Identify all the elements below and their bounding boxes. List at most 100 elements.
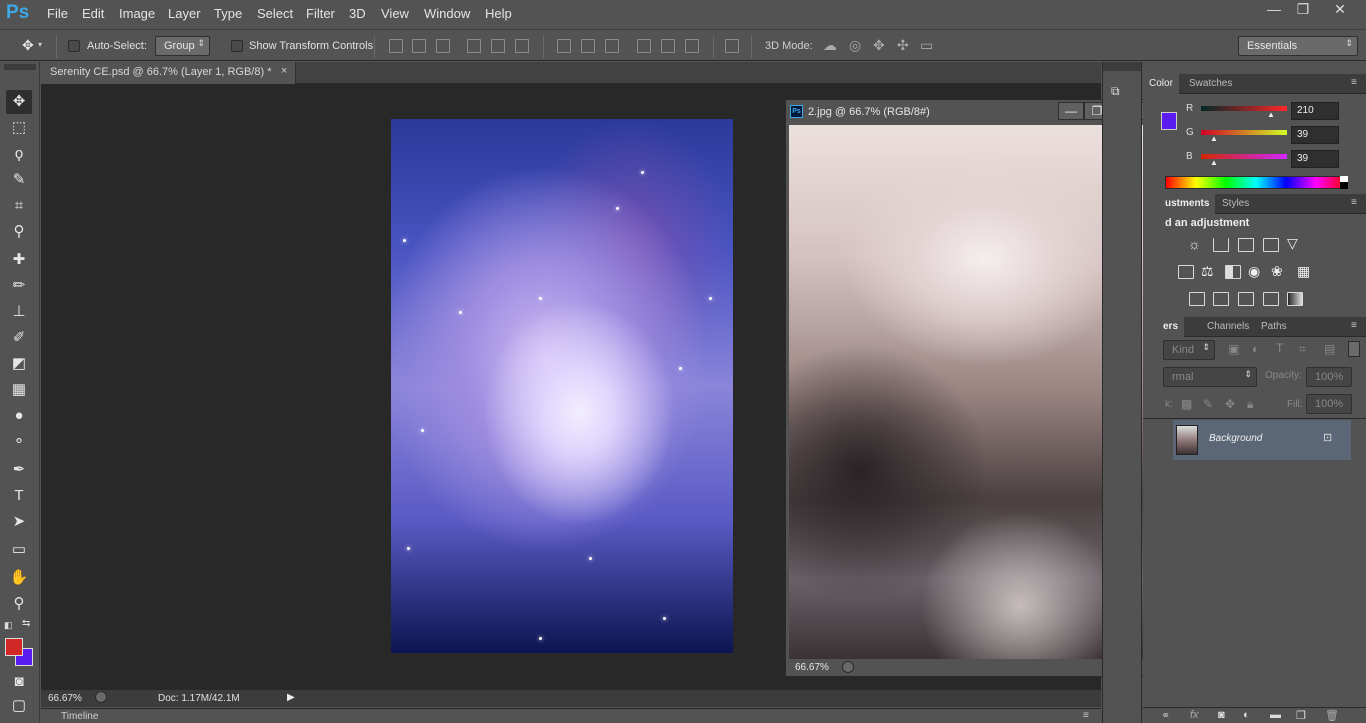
lock-position-icon[interactable]: ✥: [1225, 397, 1235, 411]
mask-icon[interactable]: ◙: [1218, 709, 1225, 721]
curves-icon[interactable]: [1238, 238, 1254, 252]
menu-filter[interactable]: Filter: [306, 6, 335, 21]
filter-toggle[interactable]: [1348, 341, 1360, 357]
color-balance-icon[interactable]: ⚖: [1201, 263, 1214, 280]
fill-field[interactable]: 100%: [1306, 394, 1352, 414]
panel-strip-grip[interactable]: [1103, 62, 1141, 71]
tools-panel-grip[interactable]: [4, 64, 36, 70]
menu-3d[interactable]: 3D: [349, 6, 366, 21]
green-value-field[interactable]: 39: [1291, 126, 1339, 144]
shape-tool-icon[interactable]: ▭: [6, 538, 32, 562]
gradient-map-icon[interactable]: [1287, 292, 1303, 306]
status-menu-arrow-icon[interactable]: ▶: [287, 692, 295, 703]
distribute-vcenter-icon[interactable]: [581, 39, 595, 53]
brush-tool-icon[interactable]: ✏: [6, 274, 32, 298]
black-white-icon[interactable]: [1225, 265, 1241, 279]
filter-pixel-icon[interactable]: ▣: [1228, 342, 1239, 356]
distribute-top-icon[interactable]: [557, 39, 571, 53]
blue-value-field[interactable]: 39: [1291, 150, 1339, 168]
auto-select-dropdown[interactable]: Group ⇕: [155, 36, 210, 56]
auto-select-checkbox[interactable]: [68, 40, 80, 52]
distribute-right-icon[interactable]: [685, 39, 699, 53]
tab-layers[interactable]: ers: [1143, 317, 1185, 337]
close-button[interactable]: ✕: [1325, 0, 1355, 20]
opacity-field[interactable]: 100%: [1306, 367, 1352, 387]
panel-menu-icon[interactable]: ≡: [1351, 77, 1357, 88]
align-hcenter-icon[interactable]: [491, 39, 505, 53]
color-lookup-icon[interactable]: ▦: [1297, 263, 1310, 280]
tab-swatches[interactable]: Swatches: [1183, 74, 1238, 94]
tab-styles[interactable]: Styles: [1216, 194, 1255, 214]
color-spectrum-ramp[interactable]: [1165, 176, 1347, 189]
photo-filter-icon[interactable]: ◉: [1248, 263, 1260, 280]
3d-slide-icon[interactable]: ✣: [897, 37, 909, 54]
quick-mask-icon[interactable]: ◙: [6, 670, 32, 694]
pen-tool-icon[interactable]: ✒: [6, 458, 32, 482]
restore-button[interactable]: ❐: [1288, 0, 1318, 20]
distribute-hcenter-icon[interactable]: [661, 39, 675, 53]
move-tool-icon[interactable]: ✥: [6, 90, 32, 114]
levels-icon[interactable]: [1213, 238, 1229, 252]
trash-icon[interactable]: 🗑︎: [1325, 709, 1339, 722]
tab-adjustments[interactable]: ustments: [1143, 194, 1216, 214]
channel-mixer-icon[interactable]: ❀: [1271, 263, 1283, 280]
background-color-chip[interactable]: [1161, 112, 1177, 130]
tab-paths[interactable]: Paths: [1255, 317, 1293, 337]
distribute-bottom-icon[interactable]: [605, 39, 619, 53]
filter-type-icon[interactable]: T: [1276, 341, 1283, 355]
menu-type[interactable]: Type: [214, 6, 242, 21]
align-top-icon[interactable]: [389, 39, 403, 53]
threshold-icon[interactable]: [1238, 292, 1254, 306]
dodge-tool-icon[interactable]: ⚬: [6, 430, 32, 454]
nebula-image-canvas[interactable]: [391, 119, 733, 653]
hand-tool-icon[interactable]: ✋: [6, 566, 32, 590]
folder-icon[interactable]: ▬: [1270, 709, 1281, 721]
align-left-icon[interactable]: [467, 39, 481, 53]
type-tool-icon[interactable]: T: [6, 484, 32, 508]
float-minimize-button[interactable]: —: [1058, 102, 1084, 120]
history-brush-tool-icon[interactable]: ✐: [6, 326, 32, 350]
3d-rotate-icon[interactable]: ☁: [823, 37, 837, 54]
document-tab[interactable]: Serenity CE.psd @ 66.7% (Layer 1, RGB/8)…: [41, 62, 296, 84]
new-layer-icon[interactable]: ❐: [1296, 709, 1306, 722]
fx-icon[interactable]: fx: [1190, 709, 1199, 721]
tab-color[interactable]: Color: [1143, 74, 1179, 94]
gradient-tool-icon[interactable]: ▦: [6, 378, 32, 402]
crop-tool-icon[interactable]: ⌗: [6, 194, 32, 218]
lasso-tool-icon[interactable]: ϙ: [6, 142, 32, 166]
align-bottom-icon[interactable]: [436, 39, 450, 53]
layer-name[interactable]: Background: [1209, 433, 1262, 444]
menu-window[interactable]: Window: [424, 6, 470, 21]
filter-shape-icon[interactable]: ⌗: [1299, 342, 1306, 357]
distribute-left-icon[interactable]: [637, 39, 651, 53]
panel-menu-icon[interactable]: ≡: [1351, 320, 1357, 331]
invert-icon[interactable]: [1189, 292, 1205, 306]
tool-preset-chevron-icon[interactable]: ▾: [38, 40, 42, 49]
exposure-icon[interactable]: [1263, 238, 1279, 252]
foreground-color-swatch[interactable]: [5, 638, 23, 656]
posterize-icon[interactable]: [1213, 292, 1229, 306]
swap-colors-icon[interactable]: ⇆: [22, 618, 30, 629]
texture-image-canvas[interactable]: [789, 125, 1145, 659]
align-right-icon[interactable]: [515, 39, 529, 53]
floating-zoom-level[interactable]: 66.67%: [795, 662, 829, 673]
move-tool-icon[interactable]: ✥: [22, 37, 34, 54]
marquee-tool-icon[interactable]: ⬚: [6, 116, 32, 140]
history-panel-icon[interactable]: ⧉: [1111, 84, 1120, 99]
tab-channels[interactable]: Channels: [1201, 317, 1255, 337]
align-vcenter-icon[interactable]: [412, 39, 426, 53]
layer-filter-dropdown[interactable]: Kind ⇕: [1163, 340, 1215, 360]
filter-smart-object-icon[interactable]: ▤: [1324, 342, 1335, 356]
menu-help[interactable]: Help: [485, 6, 512, 21]
red-value-field[interactable]: 210: [1291, 102, 1339, 120]
timeline-tab[interactable]: Timeline: [61, 711, 98, 722]
panel-menu-icon[interactable]: ≡: [1351, 197, 1357, 208]
tab-close-icon[interactable]: ×: [281, 65, 287, 77]
menu-file[interactable]: File: [47, 6, 68, 21]
panel-menu-icon[interactable]: ≡: [1083, 710, 1089, 721]
default-colors-icon[interactable]: ◧: [4, 620, 13, 631]
brightness-contrast-icon[interactable]: ☼: [1188, 236, 1201, 252]
slider-handle-icon[interactable]: ▲: [1210, 158, 1218, 167]
blur-tool-icon[interactable]: ●: [6, 404, 32, 428]
menu-layer[interactable]: Layer: [168, 6, 201, 21]
